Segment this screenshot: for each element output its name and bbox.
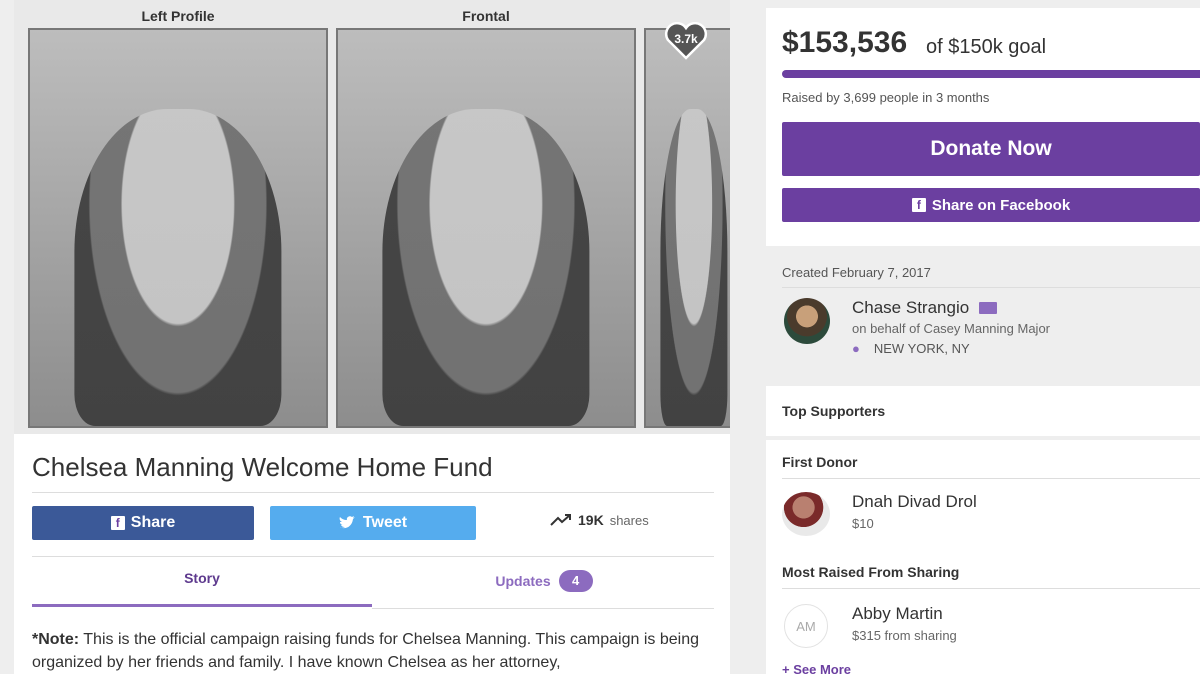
tab-story[interactable]: Story [32, 570, 372, 586]
portrait-right [660, 109, 728, 426]
created-date: Created February 7, 2017 [782, 265, 931, 280]
story-text: *Note: This is the official campaign rai… [32, 628, 722, 674]
divider [32, 492, 714, 493]
divider [782, 478, 1200, 479]
photo-label-frontal: Frontal [462, 8, 510, 24]
share-label: Share [130, 514, 176, 531]
share-count-unit: shares [609, 512, 649, 528]
sidebar: $153,536 of $150k goal Raised by 3,699 p… [766, 0, 1200, 674]
see-more-link[interactable]: + See More [782, 662, 851, 674]
divider [782, 287, 1200, 288]
most-raised-heading: Most Raised From Sharing [782, 564, 960, 580]
portrait-frontal [382, 109, 590, 426]
tab-active-indicator [32, 604, 372, 607]
top-supporters-heading: Top Supporters [782, 403, 886, 419]
donate-now-button[interactable]: Donate Now [782, 122, 1200, 176]
map-pin-icon: ● [852, 341, 860, 356]
facebook-icon: f [110, 516, 125, 530]
plus-icon: + [782, 662, 794, 674]
photo-panel-left: Left Profile [28, 8, 328, 428]
share-count-value: 19K [578, 512, 604, 528]
amount-raised: $153,536 [782, 26, 908, 59]
donor-avatar [782, 492, 830, 536]
photo-panel-frontal: Frontal [336, 8, 636, 428]
trending-icon [550, 514, 571, 526]
share-on-facebook-label: Share on Facebook [931, 196, 1071, 214]
see-more-label: See More [793, 662, 852, 674]
on-behalf-text: on behalf of Casey Manning Major [852, 321, 1051, 336]
divider [782, 588, 1200, 589]
divider [372, 608, 714, 609]
first-donor-heading: First Donor [782, 454, 858, 470]
sharer-amount: $315 from sharing [852, 628, 957, 643]
supporters-list: First Donor Dnah Divad Drol $10 Most Rai… [766, 440, 1200, 674]
divider [32, 556, 714, 557]
sharer-name: Abby Martin [852, 604, 943, 623]
photo-label-left: Left Profile [141, 8, 215, 24]
tab-updates[interactable]: Updates 4 [374, 570, 714, 592]
first-donor-amount: $10 [852, 516, 874, 531]
campaign-title: Chelsea Manning Welcome Home Fund [32, 452, 493, 482]
top-supporters-card: Top Supporters [766, 386, 1200, 436]
tweet-label: Tweet [362, 514, 408, 531]
page: Left Profile Frontal 3.7k Chelsea Mannin… [0, 0, 1200, 674]
location-text: NEW YORK, NY [873, 341, 970, 356]
story-body: This is the official campaign raising fu… [32, 631, 699, 671]
note-label: *Note: [32, 631, 80, 648]
portrait-left [74, 109, 282, 426]
organizer-name[interactable]: Chase Strangio [852, 298, 969, 318]
campaign-main: Left Profile Frontal 3.7k Chelsea Mannin… [14, 0, 730, 674]
sharer-avatar: AM [784, 604, 828, 648]
updates-count-badge: 4 [558, 570, 593, 592]
facebook-icon: f [911, 198, 926, 212]
twitter-icon [339, 516, 355, 529]
goal-text: of $150k goal [926, 36, 1047, 58]
first-donor-name: Dnah Divad Drol [852, 492, 977, 511]
organizer-name-row: Chase Strangio [852, 298, 998, 318]
campaign-photo: Left Profile Frontal 3.7k [14, 0, 730, 434]
share-on-facebook-button[interactable]: f Share on Facebook [782, 188, 1200, 222]
progress-bar [782, 70, 1200, 78]
location: ● NEW YORK, NY [852, 341, 970, 356]
facebook-share-button[interactable]: f Share [32, 506, 254, 540]
share-count: 19K shares [550, 512, 649, 528]
tweet-button[interactable]: Tweet [270, 506, 476, 540]
raised-by-text: Raised by 3,699 people in 3 months [782, 90, 990, 105]
tab-updates-label: Updates [495, 573, 551, 589]
mail-icon[interactable] [979, 302, 998, 314]
heart-count: 3.7k [674, 32, 698, 46]
organizer-avatar[interactable] [784, 298, 830, 344]
photo-panel-right [644, 28, 730, 428]
donation-card: $153,536 of $150k goal Raised by 3,699 p… [766, 8, 1200, 246]
